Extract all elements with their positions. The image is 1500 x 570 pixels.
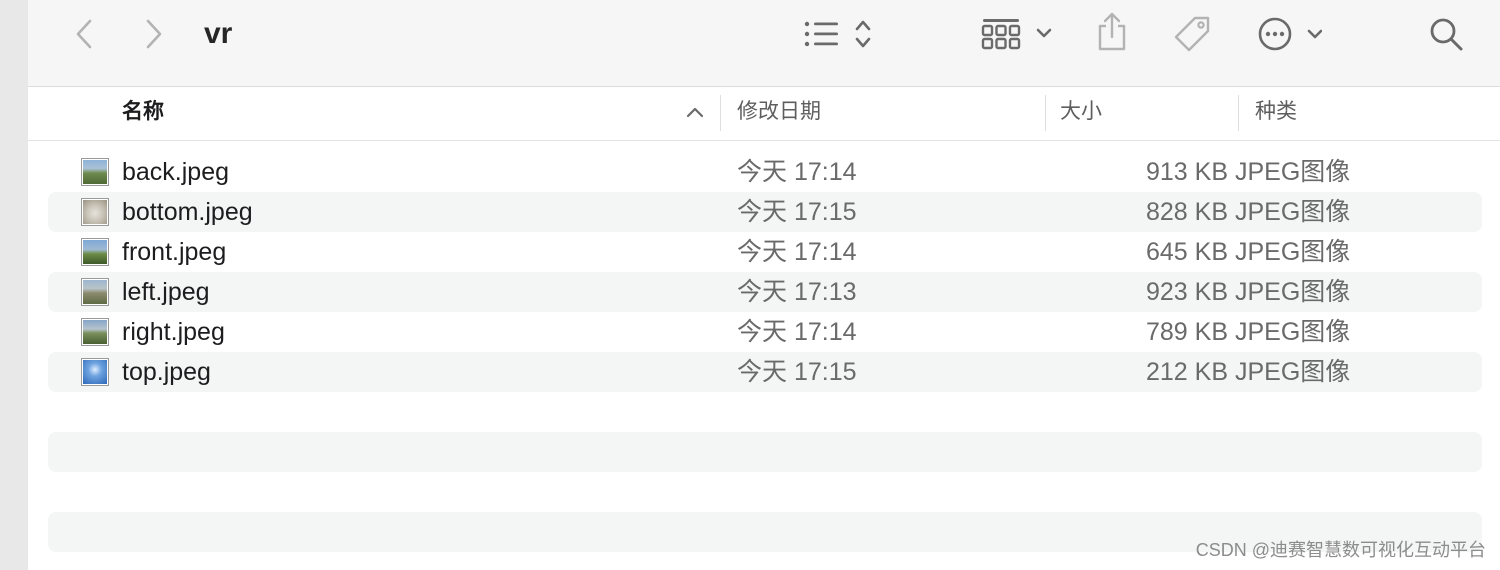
table-row[interactable]: bottom.jpeg 今天 17:15 828 KB JPEG图像 [48, 192, 1482, 232]
column-divider[interactable] [1045, 95, 1046, 131]
file-size: 923 KB [1145, 278, 1228, 306]
table-row[interactable]: left.jpeg 今天 17:13 923 KB JPEG图像 [48, 272, 1482, 312]
column-kind-header[interactable]: 种类 [1255, 87, 1297, 141]
image-thumbnail-icon [81, 278, 109, 306]
file-kind: JPEG图像 [1235, 198, 1351, 226]
file-name: front.jpeg [122, 238, 227, 266]
file-name: back.jpeg [122, 158, 230, 186]
column-date-header[interactable]: 修改日期 [737, 87, 821, 141]
column-size-header[interactable]: 大小 [1060, 87, 1102, 141]
file-list: back.jpeg 今天 17:14 913 KB JPEG图像 bottom.… [48, 152, 1482, 392]
file-name: left.jpeg [122, 278, 210, 306]
watermark: CSDN @迪赛智慧数可视化互动平台 [1195, 540, 1486, 560]
file-size: 828 KB [1145, 198, 1228, 226]
image-thumbnail-icon [81, 198, 109, 226]
file-name: bottom.jpeg [122, 198, 253, 226]
chevron-right-icon[interactable] [136, 14, 172, 54]
toolbar: vr [28, 0, 1500, 87]
file-date: 今天 17:13 [737, 278, 857, 306]
file-kind: JPEG图像 [1235, 318, 1351, 346]
image-thumbnail-icon [81, 158, 109, 186]
file-date: 今天 17:15 [737, 358, 857, 386]
file-size: 645 KB [1145, 238, 1228, 266]
tag-icon[interactable] [1170, 12, 1214, 56]
file-kind: JPEG图像 [1235, 358, 1351, 386]
finder-window: vr 名称 修改日期 大小 种类 back.jpeg 今天 17:14 913 … [28, 0, 1500, 570]
image-thumbnail-icon [81, 318, 109, 346]
file-name: top.jpeg [122, 358, 211, 386]
column-header: 名称 修改日期 大小 种类 [28, 87, 1500, 141]
file-date: 今天 17:14 [737, 158, 857, 186]
table-row[interactable]: top.jpeg 今天 17:15 212 KB JPEG图像 [48, 352, 1482, 392]
sort-ascending-icon[interactable] [685, 104, 705, 125]
list-view-icon[interactable] [802, 16, 878, 52]
file-size: 212 KB [1145, 358, 1228, 386]
file-size: 789 KB [1145, 318, 1228, 346]
file-date: 今天 17:14 [737, 238, 857, 266]
chevron-left-icon[interactable] [66, 14, 102, 54]
share-icon[interactable] [1094, 10, 1130, 54]
file-kind: JPEG图像 [1235, 238, 1351, 266]
empty-row [48, 432, 1482, 472]
search-icon[interactable] [1426, 14, 1466, 54]
grid-group-icon[interactable] [980, 14, 1058, 54]
file-name: right.jpeg [122, 318, 225, 346]
table-row[interactable]: back.jpeg 今天 17:14 913 KB JPEG图像 [48, 152, 1482, 192]
image-thumbnail-icon [81, 358, 109, 386]
window-title: vr [204, 17, 233, 50]
file-date: 今天 17:14 [737, 318, 857, 346]
sidebar-edge [0, 0, 28, 570]
file-date: 今天 17:15 [737, 198, 857, 226]
file-kind: JPEG图像 [1235, 158, 1351, 186]
file-kind: JPEG图像 [1235, 278, 1351, 306]
table-row[interactable]: front.jpeg 今天 17:14 645 KB JPEG图像 [48, 232, 1482, 272]
table-row[interactable]: right.jpeg 今天 17:14 789 KB JPEG图像 [48, 312, 1482, 352]
column-divider[interactable] [720, 95, 721, 131]
ellipsis-circle-icon[interactable] [1256, 14, 1322, 54]
image-thumbnail-icon [81, 238, 109, 266]
column-name-header[interactable]: 名称 [122, 87, 164, 141]
column-divider[interactable] [1238, 95, 1239, 131]
file-size: 913 KB [1145, 158, 1228, 186]
